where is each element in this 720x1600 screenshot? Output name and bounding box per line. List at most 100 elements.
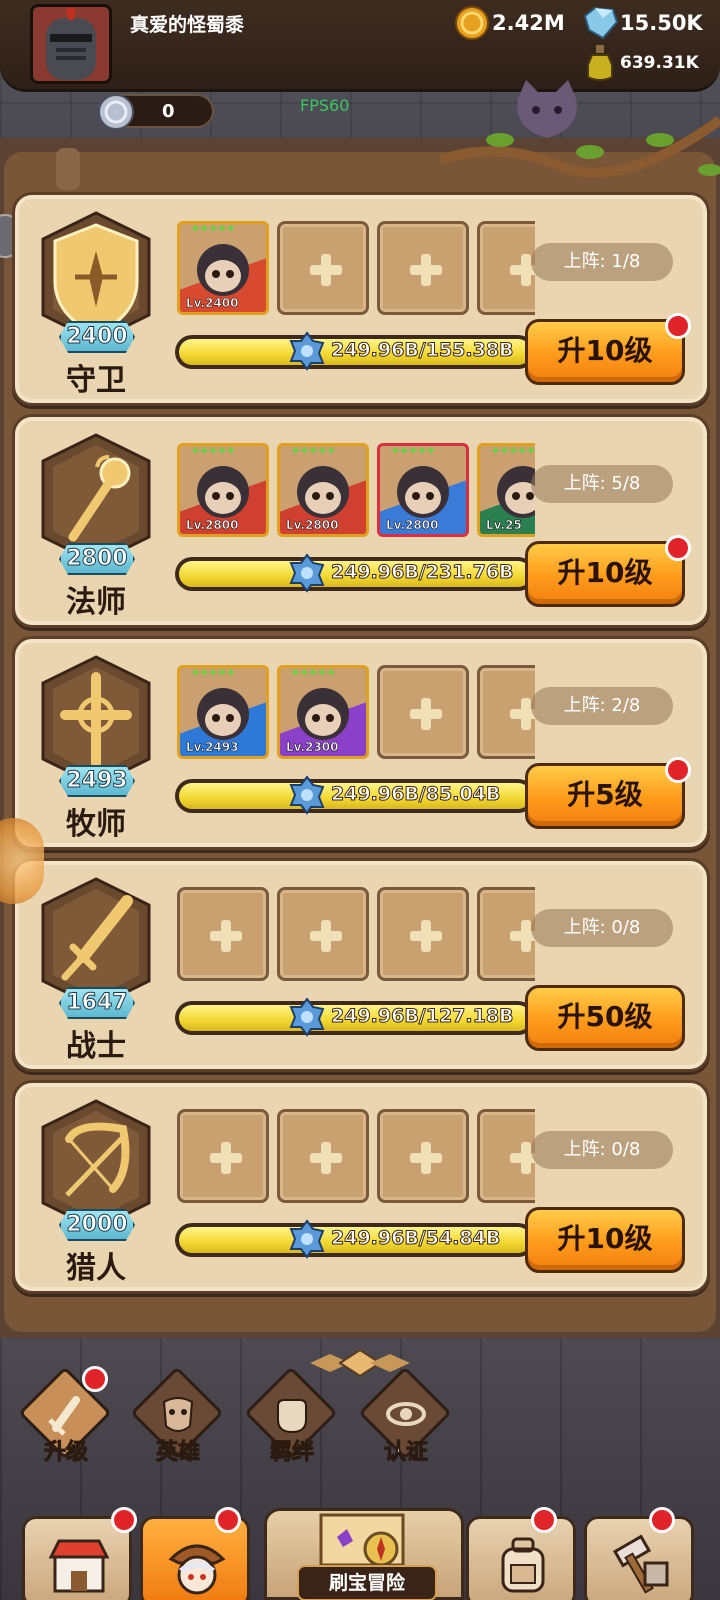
hero-slot[interactable]: ✦✦✦✦✦ Lv.25: [477, 443, 535, 537]
blue-gear-gem-icon: [289, 331, 325, 371]
tab-hero-mask[interactable]: 英雄: [130, 1366, 226, 1470]
class-name: 法师: [66, 585, 126, 620]
silver-coin-counter[interactable]: 0: [98, 94, 214, 130]
class-level-badge: 2800: [59, 543, 135, 575]
deploy-count: 上阵: 0/8: [531, 909, 673, 947]
plus-icon: [210, 920, 242, 952]
sword-upgrade-icon: [48, 1396, 80, 1436]
class-name: 战士: [66, 1029, 126, 1064]
upgrade-button[interactable]: 升10级: [525, 541, 685, 607]
hero-slots: ✦✦✦✦✦ Lv.2800 ✦✦✦✦✦ Lv.2800 ✦✦✦✦✦ Lv.280…: [177, 439, 535, 537]
plus-icon: [410, 1142, 442, 1174]
hero-stars: ✦✦✦✦✦: [190, 444, 236, 459]
upgrade-progress-bar: 249.96B/54.84B: [175, 1219, 535, 1259]
upgrade-button[interactable]: 升50级: [525, 985, 685, 1051]
gem-icon: [580, 3, 620, 43]
hero-level: Lv.2300: [286, 740, 339, 755]
shop-button[interactable]: [22, 1507, 137, 1600]
adventure-label: 刷宝冒险: [297, 1565, 437, 1600]
silver-coin-icon: [98, 94, 134, 130]
hammer-forge-icon: [612, 1534, 669, 1594]
blue-gear-gem-icon: [289, 775, 325, 815]
tab-sword-upgrade[interactable]: 升级: [18, 1366, 114, 1470]
upgrade-button[interactable]: 升10级: [525, 1207, 685, 1273]
hero-slot[interactable]: ✦✦✦✦✦ Lv.2800: [377, 443, 469, 537]
empty-hero-slot[interactable]: [377, 665, 469, 759]
hero-level: Lv.2800: [386, 518, 439, 533]
hero-mask-icon: [162, 1397, 194, 1432]
empty-hero-slot[interactable]: [277, 1109, 369, 1203]
potion-currency[interactable]: 639.31K: [580, 45, 699, 81]
plus-icon: [410, 254, 442, 286]
plus-icon: [310, 254, 342, 286]
progress-text: 249.96B/231.76B: [331, 561, 515, 584]
gem-currency[interactable]: 15.50K: [580, 6, 703, 40]
tab-eye-certify[interactable]: 认证: [358, 1366, 454, 1470]
hero-tab-button[interactable]: [140, 1507, 250, 1600]
hero-slot[interactable]: ✦✦✦✦✦ Lv.2800: [177, 443, 269, 537]
plus-icon: [410, 920, 442, 952]
player-avatar[interactable]: [30, 4, 112, 84]
empty-hero-slot[interactable]: [177, 887, 269, 981]
plus-icon: [310, 1142, 342, 1174]
class-level-badge: 2000: [59, 1209, 135, 1241]
hero-portrait-icon: [168, 1544, 226, 1595]
empty-hero-slot[interactable]: [477, 665, 535, 759]
progress-text: 249.96B/85.04B: [330, 783, 501, 806]
hero-slot[interactable]: ✦✦✦✦✦ Lv.2300: [277, 665, 369, 759]
tab-label: 升级: [43, 1440, 88, 1466]
tab-label: 英雄: [155, 1440, 200, 1466]
progress-text: 249.96B/155.38B: [331, 339, 515, 362]
hero-slot[interactable]: ✦✦✦✦✦ Lv.2800: [277, 443, 369, 537]
blue-gear-gem-icon: [289, 553, 325, 593]
empty-hero-slot[interactable]: [277, 887, 369, 981]
empty-hero-slot[interactable]: [477, 1109, 535, 1203]
class-level-badge: 2400: [59, 321, 135, 353]
upgrade-progress-bar: 249.96B/231.76B: [175, 553, 535, 593]
gem-amount: 15.50K: [620, 11, 703, 35]
forge-alert-dot: [649, 1507, 675, 1533]
hero-stars: ✦✦✦✦✦: [190, 666, 236, 681]
hero-stars: ✦✦✦✦✦: [490, 444, 535, 459]
upgrade-button[interactable]: 升5级: [525, 763, 685, 829]
backpack-button[interactable]: [466, 1507, 576, 1600]
hero-slots: [177, 883, 535, 981]
empty-hero-slot[interactable]: [377, 221, 469, 315]
class-card: 2800 法师 ✦✦✦✦✦ Lv.2800 ✦✦✦✦✦ Lv.2800 ✦✦✦✦…: [12, 414, 710, 628]
upgrade-button[interactable]: 升10级: [525, 319, 685, 385]
upgrade-alert-dot: [665, 535, 691, 561]
class-card: 2000 猎人 上阵: 0/8 249.96B/54.84B 升10级: [12, 1080, 710, 1294]
hero-slots: ✦✦✦✦✦ Lv.2493 ✦✦✦✦✦ Lv.2300: [177, 661, 535, 759]
hero-level: Lv.25: [486, 518, 522, 533]
progress-text: 249.96B/54.84B: [330, 1227, 501, 1250]
hero-slot[interactable]: ✦✦✦✦✦ Lv.2400: [177, 221, 269, 315]
hero-level: Lv.2800: [186, 518, 239, 533]
player-name: 真爱的怪蜀黍: [130, 14, 245, 36]
empty-hero-slot[interactable]: [177, 1109, 269, 1203]
profile-bar: 真爱的怪蜀黍 2.42M 15.50K 639.31K: [0, 0, 720, 92]
empty-hero-slot[interactable]: [477, 221, 535, 315]
knight-helmet-icon: [46, 8, 96, 80]
plus-icon: [410, 698, 442, 730]
treasure-adventure-button[interactable]: 刷宝冒险: [264, 1508, 464, 1600]
backpack-icon: [501, 1537, 545, 1593]
plus-icon: [310, 920, 342, 952]
empty-hero-slot[interactable]: [277, 221, 369, 315]
side-floating-button[interactable]: [0, 818, 44, 904]
forge-button[interactable]: [584, 1507, 694, 1600]
tab-label: 认证: [383, 1440, 428, 1466]
upgrade-progress-bar: 249.96B/127.18B: [175, 997, 535, 1037]
hero-slots: [177, 1105, 535, 1203]
hero-slot[interactable]: ✦✦✦✦✦ Lv.2493: [177, 665, 269, 759]
empty-hero-slot[interactable]: [377, 1109, 469, 1203]
hero-slots: ✦✦✦✦✦ Lv.2400: [177, 217, 535, 315]
bottom-nav-bar: 刷宝冒险: [0, 1507, 720, 1600]
gold-currency[interactable]: 2.42M: [452, 6, 565, 40]
empty-hero-slot[interactable]: [377, 887, 469, 981]
upgrade-progress-bar: 249.96B/85.04B: [175, 775, 535, 815]
progress-text: 249.96B/127.18B: [331, 1005, 515, 1028]
hero-level: Lv.2800: [286, 518, 339, 533]
tab-fist-bond[interactable]: 羁绊: [244, 1366, 340, 1470]
class-level-badge: 1647: [59, 987, 135, 1019]
empty-hero-slot[interactable]: [477, 887, 535, 981]
